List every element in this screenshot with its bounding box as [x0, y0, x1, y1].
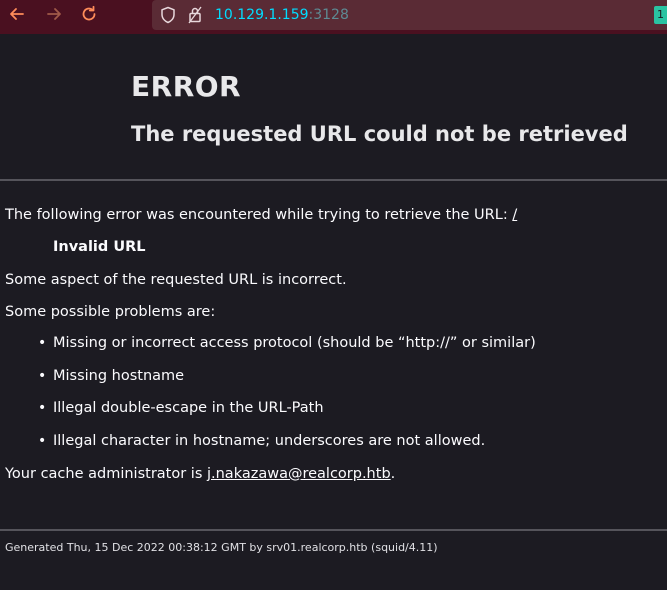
bullet-icon: • [38, 335, 47, 351]
shield-icon[interactable] [160, 6, 176, 28]
browser-toolbar: 10.129.1.159:3128 1 [0, 0, 667, 34]
address-bar[interactable]: 10.129.1.159:3128 1 [152, 0, 667, 30]
forward-button[interactable] [42, 4, 66, 28]
problem-text: Illegal character in hostname; underscor… [53, 432, 486, 449]
bullet-icon: • [38, 432, 47, 449]
error-page: ERROR The requested URL could not be ret… [0, 34, 667, 590]
intro-paragraph: The following error was encountered whil… [5, 207, 517, 223]
back-arrow-icon [8, 5, 26, 27]
url-host: 10.129.1.159 [215, 7, 309, 23]
admin-email-link[interactable]: j.nakazawa@realcorp.htb [207, 466, 391, 482]
page-subtitle: The requested URL could not be retrieved [131, 122, 628, 146]
back-button[interactable] [5, 4, 29, 28]
lock-icon[interactable] [188, 6, 202, 28]
forward-arrow-icon [45, 5, 63, 27]
reload-button[interactable] [77, 4, 101, 28]
divider-bottom [0, 529, 667, 531]
problem-text: Missing or incorrect access protocol (sh… [53, 335, 536, 351]
aspect-paragraph: Some aspect of the requested URL is inco… [5, 272, 347, 288]
problem-text: Illegal double-escape in the URL-Path [53, 400, 324, 416]
divider-top [0, 179, 667, 181]
problem-text: Missing hostname [53, 367, 185, 384]
error-title: Invalid URL [53, 239, 146, 255]
reload-icon [80, 5, 98, 27]
toolbar-badge[interactable]: 1 [654, 6, 667, 24]
intro-text: The following error was encountered whil… [5, 207, 513, 223]
problems-intro: Some possible problems are: [5, 304, 216, 320]
footer-text: Generated Thu, 15 Dec 2022 00:38:12 GMT … [5, 541, 438, 554]
page-title: ERROR [131, 70, 242, 103]
bullet-icon: • [38, 367, 47, 384]
list-item: • Illegal character in hostname; undersco… [38, 433, 536, 466]
list-item: • Missing hostname [38, 368, 536, 401]
requested-url-link[interactable]: / [512, 207, 517, 223]
url-text[interactable]: 10.129.1.159:3128 [215, 7, 349, 23]
admin-paragraph: Your cache administrator is j.nakazawa@r… [5, 466, 395, 482]
problems-list: • Missing or incorrect access protocol (s… [38, 335, 536, 465]
url-port: :3128 [308, 7, 349, 23]
admin-suffix: . [390, 466, 396, 482]
bullet-icon: • [38, 400, 47, 416]
list-item: • Missing or incorrect access protocol (s… [38, 335, 536, 368]
list-item: • Illegal double-escape in the URL-Path [38, 400, 536, 433]
admin-prefix: Your cache administrator is [5, 466, 207, 482]
